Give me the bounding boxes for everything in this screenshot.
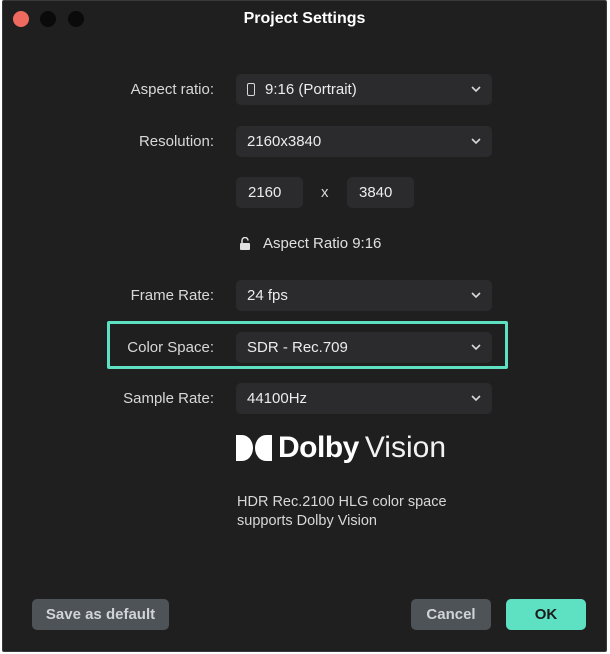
sample-rate-value: 44100Hz xyxy=(247,390,308,407)
dolby-brand-text: Dolby xyxy=(278,431,359,464)
resolution-label: Resolution: xyxy=(138,133,214,150)
dolby-product-text: Vision xyxy=(364,431,447,464)
frame-rate-value: 24 fps xyxy=(247,287,288,304)
ok-button[interactable]: OK xyxy=(506,599,586,630)
aspect-ratio-lock-text: Aspect Ratio 9:16 xyxy=(263,235,382,252)
title-bar: Project Settings xyxy=(3,1,606,37)
height-input[interactable]: 3840 xyxy=(347,177,414,208)
color-space-select[interactable]: SDR - Rec.709 xyxy=(236,332,492,363)
window-title: Project Settings xyxy=(243,10,366,27)
color-space-value: SDR - Rec.709 xyxy=(247,339,348,356)
color-space-label: Color Space: xyxy=(127,339,214,356)
project-settings-window: Project Settings Aspect ratio: 9:16 (Por… xyxy=(2,0,607,652)
sample-rate-label: Sample Rate: xyxy=(123,390,214,407)
dimension-separator: x xyxy=(321,184,329,201)
phone-portrait-icon xyxy=(247,83,255,96)
frame-rate-label: Frame Rate: xyxy=(130,287,214,304)
aspect-ratio-label: Aspect ratio: xyxy=(130,81,214,98)
chevron-down-icon xyxy=(471,344,481,351)
chevron-down-icon xyxy=(471,292,481,299)
width-input[interactable]: 2160 xyxy=(236,177,303,208)
dolby-double-d-icon xyxy=(236,435,272,461)
aspect-ratio-lock[interactable]: Aspect Ratio 9:16 xyxy=(239,235,381,252)
chevron-down-icon xyxy=(471,395,481,402)
resolution-select[interactable]: 2160x3840 xyxy=(236,126,492,157)
sample-rate-select[interactable]: 44100Hz xyxy=(236,383,492,414)
save-as-default-button[interactable]: Save as default xyxy=(32,599,169,630)
chevron-down-icon xyxy=(471,138,481,145)
hdr-note: HDR Rec.2100 HLG color space supports Do… xyxy=(237,494,447,529)
chevron-down-icon xyxy=(471,86,481,93)
resolution-value: 2160x3840 xyxy=(247,133,322,150)
dolby-vision-logo: Dolby Vision xyxy=(236,431,446,465)
unlock-icon xyxy=(240,237,250,250)
cancel-button[interactable]: Cancel xyxy=(411,599,491,630)
aspect-ratio-value: 9:16 (Portrait) xyxy=(265,81,357,98)
frame-rate-select[interactable]: 24 fps xyxy=(236,280,492,311)
aspect-ratio-select[interactable]: 9:16 (Portrait) xyxy=(236,74,492,105)
